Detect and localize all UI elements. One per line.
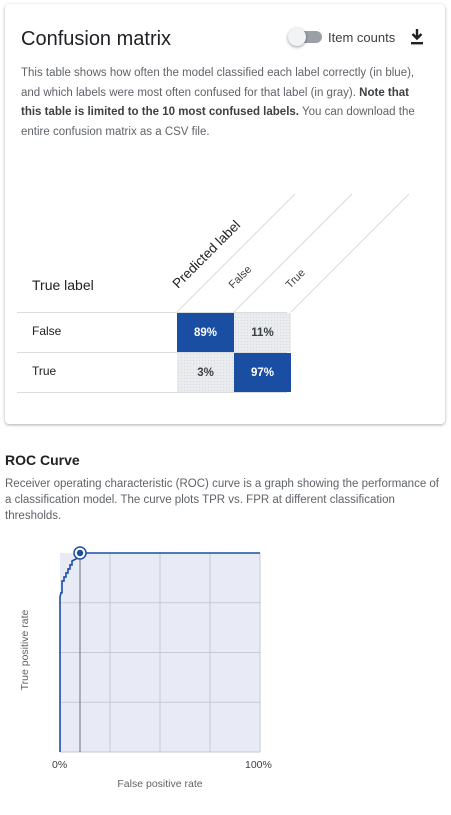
roc-y-axis-label: True positive rate [19,609,31,691]
x-tick-0: 0% [52,759,68,771]
threshold-marker-dot [76,549,84,557]
roc-x-axis-label: False positive rate [117,778,203,790]
x-tick-100: 100% [245,759,272,771]
roc-chart [59,546,261,753]
